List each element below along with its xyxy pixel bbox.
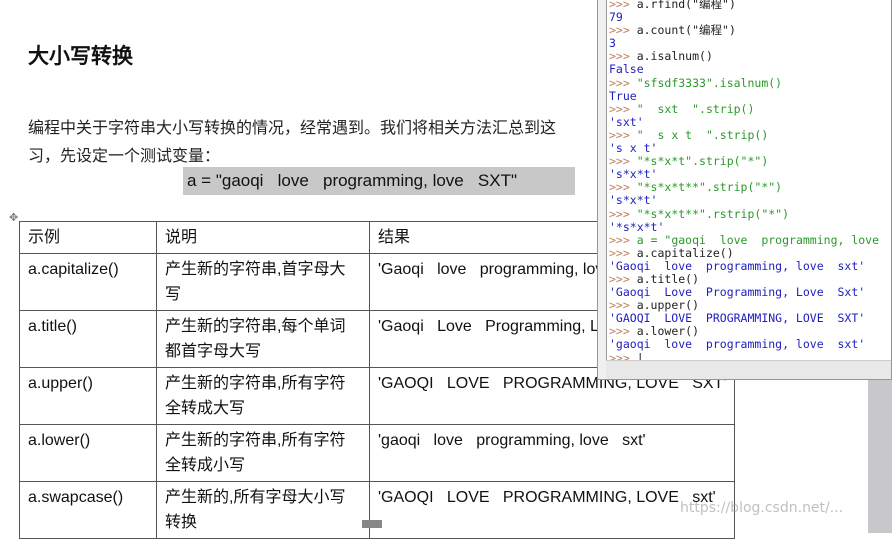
prompt: >>> [609, 101, 637, 116]
prompt: >>> [609, 75, 637, 90]
table-cell: 'gaoqi love programming, love sxt' [368, 424, 736, 482]
column-header: 说明 [156, 221, 370, 254]
para-line: 习，先设定一个测试变量： [28, 146, 221, 165]
prompt: >>> [609, 232, 637, 247]
shell-code: " s x t ".strip() [636, 127, 769, 142]
table-cell: a.title() [19, 310, 157, 368]
python-shell-window[interactable]: >>> a.rfind("编程") 79 >>> a.count("编程") 3 >>>… [597, 0, 892, 380]
page-title: 大小写转换 [28, 44, 133, 68]
table-cell: 产生新的,所有字母大小写转换 [156, 481, 370, 539]
prompt: >>> [609, 350, 637, 360]
table-cell: a.capitalize() [19, 253, 157, 311]
prompt: >>> [609, 271, 637, 286]
table-cell: 产生新的字符串,所有字符全转成小写 [156, 424, 370, 482]
prompt: >>> [609, 23, 637, 38]
prompt: >>> [609, 206, 637, 221]
intro-paragraph: 编程中关于字符串大小写转换的情况，经常遇到。我们将相关方法汇总到这 习，先设定一… [28, 114, 608, 170]
shell-input-line: >>> "*s*x*t**".rstrip("*") [609, 206, 891, 221]
para-line: 编程中关于字符串大小写转换的情况，经常遇到。我们将相关方法汇总到这 [28, 118, 557, 137]
prompt: >>> [609, 49, 637, 64]
shell-input-line: >>> a.rfind("编程") [609, 0, 891, 11]
watermark: https://blog.csdn.net/... [680, 500, 844, 516]
shell-input-line: >>> | [609, 350, 891, 360]
column-header: 示例 [19, 221, 157, 254]
table-cell: 产生新的字符串,首字母大写 [156, 253, 370, 311]
shell-input-line: >>> " sxt ".strip() [609, 101, 891, 116]
shell-input-line: >>> "sfsdf3333".isalnum() [609, 75, 891, 90]
shell-code: a.rfind("编程") [636, 0, 736, 11]
table-cell: a.upper() [19, 367, 157, 425]
shell-code: "*s*x*t**".strip("*") [636, 180, 783, 195]
shell-code: " sxt ".strip() [636, 101, 755, 116]
prompt: >>> [609, 127, 637, 142]
shell-input-line: >>> a.capitalize() [609, 245, 891, 260]
shell-code: a.upper() [636, 298, 700, 313]
prompt: >>> [609, 180, 637, 195]
prompt: >>> [609, 298, 637, 313]
table-row: a.lower() 产生新的字符串,所有字符全转成小写'gaoqi love pr… [19, 424, 736, 482]
shell-input-line: >>> a.count("编程") [609, 24, 891, 37]
table-row: a.swapcase() 产生新的,所有字母大小写转换 'GAOQI LOVE PR… [19, 481, 736, 539]
shell-code: "sfsdf3333".isalnum() [636, 75, 783, 90]
test-variable: a = "gaoqi love programming, love SXT" [183, 167, 575, 195]
shell-code: a.capitalize() [636, 245, 734, 260]
shell-code: a.title() [636, 271, 700, 286]
table-resize-handle[interactable] [362, 520, 382, 528]
table-cell: a.lower() [19, 424, 157, 482]
shell-code: a.count("编程") [636, 23, 736, 38]
shell-code: a.isalnum() [636, 49, 713, 64]
prompt: >>> [609, 324, 637, 339]
prompt: >>> [609, 154, 637, 169]
shell-code: | [636, 350, 644, 360]
shell-code: a.lower() [636, 324, 700, 339]
shell-code: "*s*x*t".strip("*") [636, 154, 769, 169]
table-cell: 产生新的字符串,所有字符全转成大写 [156, 367, 370, 425]
shell-output[interactable]: >>> a.rfind("编程") 79 >>> a.count("编程") 3 >>>… [606, 0, 891, 360]
prompt: >>> [609, 245, 637, 260]
shell-output-line: 'gaoqi love programming, love sxt' [609, 337, 866, 352]
table-cell: 产生新的字符串,每个单词都首字母大写 [156, 310, 370, 368]
shell-code: "*s*x*t**".rstrip("*") [636, 206, 790, 221]
status-bar [606, 360, 891, 379]
shell-input-line: >>> a.isalnum() [609, 50, 891, 63]
table-cell: a.swapcase() [19, 481, 157, 539]
table-move-handle-icon[interactable]: ✥ [9, 211, 18, 224]
shell-code: a = "gaoqi love programming, love sxt" [636, 232, 880, 247]
